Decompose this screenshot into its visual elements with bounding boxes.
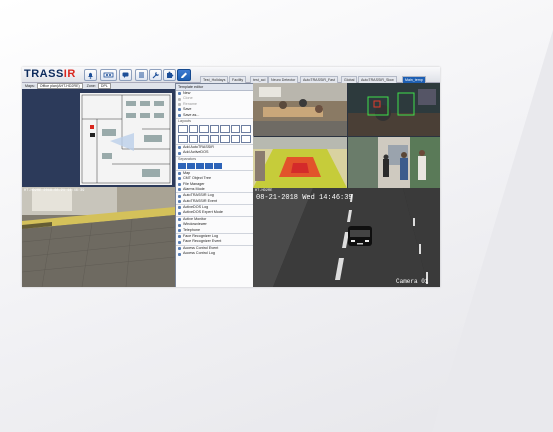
tab-test-holidays[interactable]: Test_Holidays xyxy=(200,76,229,83)
courtyard-feed xyxy=(22,187,175,287)
bell-button[interactable] xyxy=(84,69,97,81)
screenshot-window: TRASSIR Test_Holidays Facility test_aci … xyxy=(22,67,440,287)
separator-options xyxy=(176,162,253,170)
layout-option[interactable] xyxy=(209,134,220,143)
road-camera-source: HT-HD2RE xyxy=(255,189,273,193)
template-editor-title: Template editor xyxy=(176,84,253,91)
wrench-icon xyxy=(152,72,159,79)
camera-office-kitchen[interactable] xyxy=(253,83,347,136)
edit-button[interactable] xyxy=(177,69,191,81)
camera-office-people[interactable] xyxy=(348,137,440,188)
courtyard-timestamp: HT-HD2RE 2018-08-21 14:46:39 xyxy=(24,189,85,193)
template-editor-menu: Template editor New Clone Rename Save Sa… xyxy=(175,83,254,287)
map-label: Maps: xyxy=(25,84,35,88)
logo-main-text: TRASS xyxy=(24,68,64,80)
menu-item-save-as[interactable]: Save as... xyxy=(176,113,253,118)
main-toolbar: TRASSIR Test_Holidays Facility test_aci … xyxy=(22,67,440,83)
camera-courtyard[interactable]: HT-HD2RE 2018-08-21 14:46:39 xyxy=(22,187,175,287)
floor-plan-map xyxy=(80,93,172,185)
layout-option[interactable] xyxy=(220,134,230,143)
office-kitchen-feed xyxy=(253,83,347,136)
tab-neuro-detector[interactable]: Neuro Detector xyxy=(268,76,299,83)
office-people-feed xyxy=(348,137,440,188)
chat-button[interactable] xyxy=(119,69,132,81)
road-camera-name: Camera 01 xyxy=(396,278,429,285)
camera-corridor-heatmap[interactable] xyxy=(253,137,347,188)
road-timestamp: 08-21-2018 Wed 14:46:39 xyxy=(256,194,353,202)
layout-options-row2 xyxy=(176,134,253,144)
trassir-logo: TRASSIR xyxy=(24,68,76,80)
wrench-button[interactable] xyxy=(149,69,162,81)
zone-label: Zone: xyxy=(86,84,96,88)
layout-options xyxy=(176,124,253,134)
layout-option[interactable] xyxy=(199,134,209,143)
edit-icon xyxy=(181,72,187,78)
video-wall-icon xyxy=(103,72,114,78)
tab-test-aci[interactable]: test_aci xyxy=(250,76,269,83)
corridor-heatmap-feed xyxy=(253,137,347,188)
menu-item-add-activedos[interactable]: Add ActiveDOS xyxy=(176,150,253,155)
layout-option[interactable] xyxy=(209,124,220,133)
chat-icon xyxy=(122,72,129,78)
layout-option[interactable] xyxy=(220,124,230,133)
tab-main-temp[interactable]: Main_temp xyxy=(402,76,426,83)
logo-accent-text: IR xyxy=(63,68,76,80)
puzzle-button[interactable] xyxy=(163,69,176,81)
camera-road[interactable]: HT-HD2RE 08-21-2018 Wed 14:46:39 Camera … xyxy=(253,188,440,287)
layout-option[interactable] xyxy=(241,124,252,133)
layout-option[interactable] xyxy=(230,134,241,143)
road-feed xyxy=(253,188,440,287)
list-button[interactable] xyxy=(135,69,148,81)
bell-icon xyxy=(88,72,93,79)
detection-room-feed xyxy=(348,83,440,136)
layout-option[interactable] xyxy=(199,124,209,133)
list-icon xyxy=(139,72,144,78)
video-wall-button[interactable] xyxy=(100,69,117,81)
camera-detection-room[interactable] xyxy=(348,83,440,136)
separator-option[interactable] xyxy=(196,162,204,169)
menu-item-access-control-log[interactable]: Access Control Log xyxy=(176,251,253,256)
layout-option[interactable] xyxy=(178,134,188,143)
layout-option[interactable] xyxy=(230,124,241,133)
tab-facility[interactable]: Facility xyxy=(229,76,247,83)
tab-autotrassir-fast[interactable]: AutoTRASSIR_Fast xyxy=(300,76,338,83)
layout-option[interactable] xyxy=(178,124,188,133)
layout-option[interactable] xyxy=(188,124,199,133)
tab-autotrassir-slow[interactable]: AutoTRASSIR_Slow xyxy=(358,76,397,83)
tab-global[interactable]: Global xyxy=(341,76,358,83)
separator-option[interactable] xyxy=(178,162,186,169)
layout-option[interactable] xyxy=(241,134,252,143)
separator-option[interactable] xyxy=(187,162,195,169)
puzzle-icon xyxy=(167,71,174,78)
separator-option[interactable] xyxy=(214,162,222,169)
layout-option[interactable] xyxy=(188,134,199,143)
separator-option[interactable] xyxy=(205,162,213,169)
floor-plan-pane[interactable] xyxy=(22,89,175,187)
